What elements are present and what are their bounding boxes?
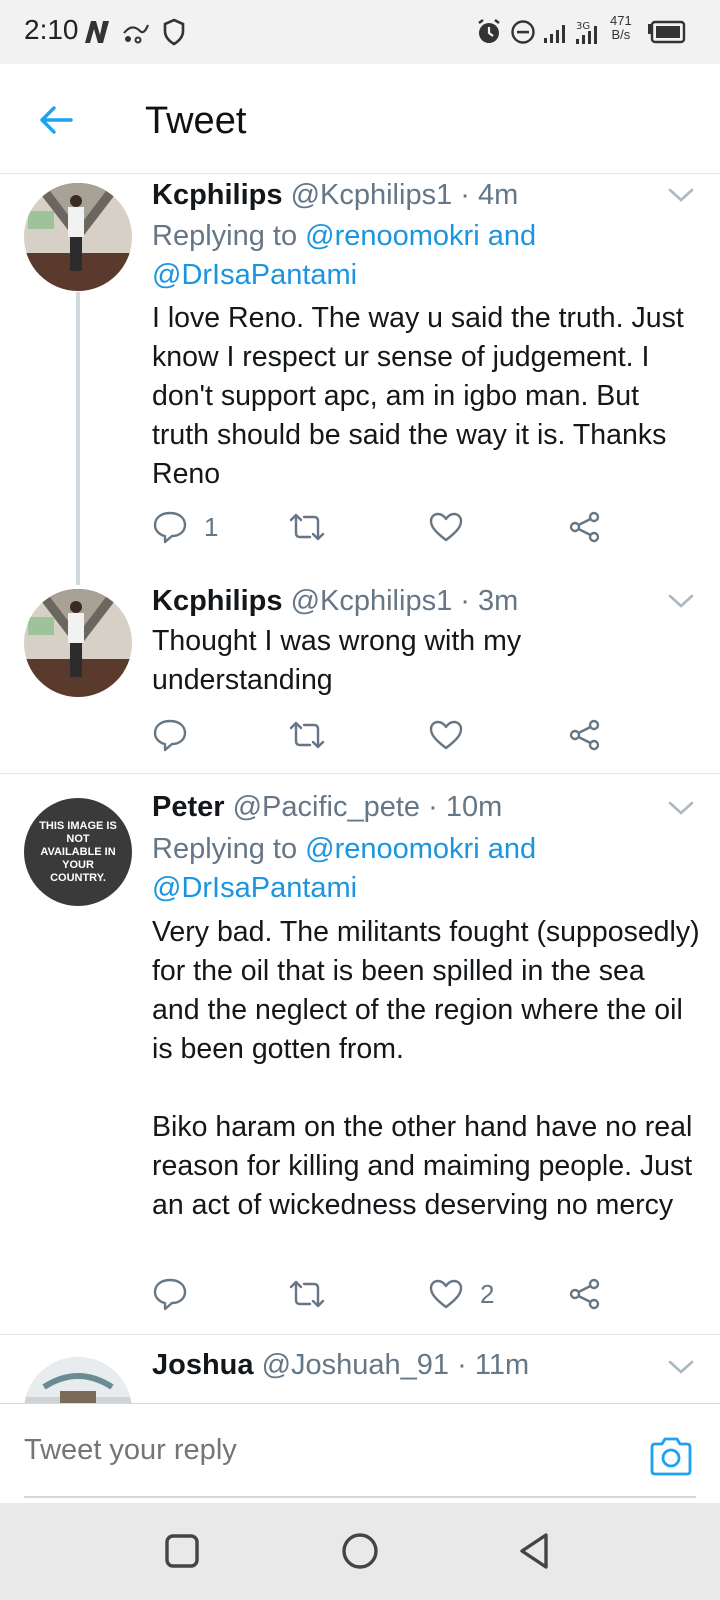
share-button[interactable] [568,507,602,547]
author-handle[interactable]: @Kcphilips1 [291,585,453,617]
reply-button[interactable]: 1 [152,507,218,547]
system-nav-bar [0,1503,720,1600]
reply-count: 1 [204,511,219,542]
share-button[interactable] [568,715,602,755]
replying-to: Replying to @renoomokri and @DrIsaPantam… [152,833,537,904]
author-name[interactable]: Kcphilips [152,179,283,211]
app-bar: Tweet [0,64,720,174]
like-button[interactable] [428,715,480,755]
reply-button[interactable] [152,715,204,755]
tweet-time: · 4m [460,179,519,211]
author-handle[interactable]: @Kcphilips1 [291,179,453,211]
heart-icon [429,512,463,542]
tweet-header: Kcphilips @Kcphilips1 · 3m [152,585,518,618]
author-handle[interactable]: @Pacific_pete [233,791,420,823]
mention-link[interactable]: @DrIsaPantami [152,259,357,291]
author-name[interactable]: Joshua [152,1349,254,1381]
tweet-time: · 11m [457,1349,530,1381]
replying-to: Replying to @renoomokri and @DrIsaPantam… [152,220,537,291]
heart-icon [429,1279,463,1309]
camera-icon[interactable] [648,1434,694,1480]
like-count: 2 [480,1278,495,1309]
retweet-button[interactable] [288,715,342,755]
tweet-header: Peter @Pacific_pete · 10m [152,791,502,824]
status-bar: 2:10 3G 471 B/s [0,0,720,64]
reply-button[interactable] [152,1274,204,1314]
share-button[interactable] [568,1274,602,1314]
tweet-feed[interactable]: Kcphilips @Kcphilips1 · 4m Replying to @… [0,175,720,1403]
reply-icon [153,1278,187,1311]
author-name[interactable]: Peter [152,791,225,823]
reply-underline [24,1496,696,1498]
home-button[interactable] [340,1531,380,1571]
chevron-down-icon[interactable] [666,1357,696,1377]
tweet-actions: 1 [152,507,692,547]
tweet-item[interactable]: Kcphilips @Kcphilips1 · 3m Thought I was… [0,585,720,773]
recent-apps-button[interactable] [162,1531,202,1571]
like-button[interactable]: 2 [428,1274,494,1314]
tweet-actions [152,715,692,755]
tweet-item[interactable]: THIS IMAGE IS NOT AVAILABLE IN YOUR COUN… [0,774,720,1334]
avatar[interactable]: THIS IMAGE IS NOT AVAILABLE IN YOUR COUN… [24,798,132,906]
mention-link[interactable]: @renoomokri [305,833,480,865]
like-button[interactable] [428,507,480,547]
share-icon [569,719,600,751]
share-icon [569,511,600,543]
tweet-item[interactable]: Joshua @Joshuah_91 · 11m [0,1335,720,1403]
netflix-icon [82,16,112,48]
mention-link[interactable]: @renoomokri [305,220,480,252]
dnd-icon [510,16,536,48]
reply-composer [0,1403,720,1503]
messenger-icon [120,16,152,48]
page-title: Tweet [145,100,247,142]
thread-line [76,292,80,585]
retweet-icon [289,721,325,749]
reply-icon [153,511,187,544]
avatar-unavailable-text: THIS IMAGE IS NOT AVAILABLE IN YOUR COUN… [39,819,117,884]
chevron-down-icon[interactable] [666,798,696,818]
tweet-text: Thought I was wrong with my understandin… [152,625,522,696]
reply-icon [153,719,187,752]
tweet-header: Kcphilips @Kcphilips1 · 4m [152,179,518,212]
tweet-text: Very bad. The militants fought (supposed… [152,916,700,1221]
tweet-time: · 10m [428,791,503,823]
retweet-button[interactable] [288,1274,342,1314]
chevron-down-icon[interactable] [666,591,696,611]
retweet-icon [289,1280,325,1308]
back-button[interactable] [30,94,82,146]
share-icon [569,1278,600,1310]
tweet-actions: 2 [152,1274,692,1314]
back-nav-button[interactable] [516,1531,556,1571]
arrow-left-icon [40,106,73,134]
retweet-icon [289,513,325,541]
avatar[interactable] [24,183,132,291]
battery-icon [646,16,686,48]
signal-icon [542,16,572,48]
author-handle[interactable]: @Joshuah_91 [262,1349,449,1381]
status-time: 2:10 [24,14,79,45]
chevron-down-icon[interactable] [666,185,696,205]
tweet-time: · 3m [460,585,519,617]
tweet-text: I love Reno. The way u said the truth. J… [152,302,684,490]
alarm-icon [476,16,502,48]
retweet-button[interactable] [288,507,342,547]
svg-text:3G: 3G [576,21,590,32]
author-name[interactable]: Kcphilips [152,585,283,617]
3g-signal-icon: 3G [574,16,604,48]
reply-input[interactable] [24,1434,584,1467]
tweet-header: Joshua @Joshuah_91 · 11m [152,1349,529,1382]
avatar[interactable] [24,589,132,697]
network-speed: 471 B/s [610,13,632,42]
avatar[interactable] [24,1357,132,1403]
shield-icon [162,16,186,48]
mention-link[interactable]: @DrIsaPantami [152,872,357,904]
heart-icon [429,720,463,750]
tweet-item[interactable]: Kcphilips @Kcphilips1 · 4m Replying to @… [0,175,720,585]
